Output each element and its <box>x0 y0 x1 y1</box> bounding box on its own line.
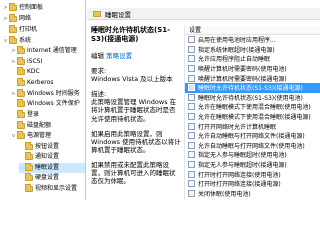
tree-item-iscsi[interactable]: > iSCSI <box>11 57 42 67</box>
policy-icon <box>188 161 195 169</box>
folder-icon <box>17 121 25 129</box>
tree-item-notification-settings[interactable]: 通知设置 <box>19 152 59 162</box>
list-item[interactable]: 允许自动睡眠与打开网络文件(接通电源) <box>185 131 320 141</box>
list-item[interactable]: 允许自动睡眠与打开网络文件(使用电池) <box>185 141 320 151</box>
tree-item-control-panel[interactable]: > 控制面板 <box>3 3 43 13</box>
list-item[interactable]: 指定无人参与睡眠超时(接通电源) <box>185 160 320 170</box>
list-item[interactable]: 指定无人参与睡眠超时(使用电池) <box>185 150 320 160</box>
policy-title: 睡眠时允许待机状态(S1-S3)(接通电源) <box>91 26 171 43</box>
policy-icon <box>188 122 195 130</box>
policy-icon <box>188 151 195 159</box>
folder-icon <box>25 163 33 171</box>
description-disable: 如果禁用或未配置此策略设置，则计算机可进入的睡眠状态仅为休眠。 <box>91 160 176 185</box>
list-item[interactable]: 打开时打开网络连接(使用电池) <box>185 169 320 179</box>
tree-item-sleep-settings[interactable]: 睡眠设置 <box>19 163 85 173</box>
list-item[interactable]: 允许在睡眠模式下使用混合睡眠(使用电池) <box>185 102 320 112</box>
policy-icon <box>188 55 195 63</box>
folder-icon <box>17 89 25 97</box>
folder-icon <box>9 25 17 33</box>
policy-icon <box>188 132 195 140</box>
folder-icon <box>25 184 33 192</box>
list-item[interactable]: 打开开网络时允许计算机睡眠 <box>185 121 320 131</box>
collapse-arrow-icon[interactable]: v <box>3 36 8 46</box>
folder-icon <box>25 173 33 181</box>
expand-arrow-icon[interactable]: > <box>3 3 8 13</box>
tree-item-kerberos[interactable]: Kerberos <box>11 78 53 88</box>
expand-arrow-icon[interactable]: > <box>11 89 16 99</box>
list-item[interactable]: 打开时打开网络连接(接通电源) <box>185 179 320 189</box>
policy-icon <box>188 93 195 101</box>
policy-icon <box>188 113 195 121</box>
folder-icon <box>25 142 33 150</box>
tree-item-system[interactable]: v 系统 <box>3 36 31 46</box>
description-label: 描述: <box>91 90 107 99</box>
folder-icon <box>17 57 25 65</box>
section-title: 睡眠设置 <box>105 10 131 19</box>
policy-icon <box>188 74 195 82</box>
list-item[interactable]: 唤醒计算机时需要密码(接通电源) <box>185 73 320 83</box>
expand-arrow-icon[interactable]: > <box>3 14 8 24</box>
policy-icon <box>188 189 195 197</box>
folder-icon <box>9 3 17 11</box>
description-text: 此策略设置管理 Windows 在将计算机置于睡眠状态时是否允许使用待机状态。 <box>91 98 177 123</box>
list-item[interactable]: 唤醒计算机时需要密码(使用电池) <box>185 64 320 74</box>
policy-settings-link[interactable]: 策略设置 <box>106 52 132 60</box>
tree-item-network[interactable]: > 网络 <box>3 14 31 24</box>
list-item[interactable]: 允许应用程序阻止自动睡眠 <box>185 54 320 64</box>
tree-item-power-management[interactable]: v 电源管理 <box>11 131 51 141</box>
navigation-tree: > 控制面板 > 网络 打印机 v 系统 > Internet 通信管理 > iSCSI … <box>0 0 86 200</box>
tree-item-button-settings[interactable]: 按钮设置 <box>19 142 59 152</box>
description-enable: 如果启用此策略设置，则 Windows 使用待机状态以将计算机置于睡眠状态。 <box>91 129 181 154</box>
tree-item-disk-quota[interactable]: 磁盘配额 <box>11 121 51 131</box>
description-panel: 睡眠时允许待机状态(S1-S3)(接通电源) 编辑 策略设置 要求: Windo… <box>91 26 181 200</box>
folder-icon <box>17 99 25 107</box>
tree-item-hard-disk-settings[interactable]: 硬盘设置 <box>19 173 59 183</box>
policy-icon <box>188 45 195 53</box>
policy-icon <box>188 170 195 178</box>
settings-list: 设置 启用在使用电池时应用程序... 指定系统休眠超时(接通电源) 允许应用程序… <box>184 26 320 200</box>
folder-icon <box>17 78 25 86</box>
tree-item-kdc[interactable]: KDC <box>11 67 40 77</box>
section-header: 睡眠设置 <box>87 8 320 20</box>
list-item[interactable]: 睡眠时允许待机状态(S1-S3)(使用电池) <box>185 93 320 103</box>
list-item[interactable]: 启用在使用电池时应用程序... <box>185 35 320 45</box>
expand-arrow-icon[interactable]: > <box>11 46 16 56</box>
tree-item-windows-time[interactable]: > Windows 时间服务 <box>11 89 80 99</box>
folder-icon <box>9 36 17 44</box>
folder-icon <box>25 152 33 160</box>
requirements-value: Windows Vista 及以上版本 <box>91 75 173 83</box>
policy-icon <box>188 180 195 188</box>
tree-item-printers[interactable]: 打印机 <box>3 25 37 35</box>
edit-line: 编辑 策略设置 <box>91 50 181 60</box>
collapse-arrow-icon[interactable]: v <box>11 131 16 141</box>
policy-icon <box>188 141 195 149</box>
tree-item-windows-file-protection[interactable]: Windows 文件保护 <box>11 99 80 109</box>
folder-icon <box>17 110 25 118</box>
folder-icon <box>9 14 17 22</box>
list-item[interactable]: 关闭休眠(使用电池) <box>185 189 320 199</box>
folder-icon <box>17 46 25 54</box>
policy-icon <box>188 65 195 73</box>
list-item[interactable]: 允许在睡眠模式下使用混合睡眠(接通电源) <box>185 112 320 122</box>
list-item-selected[interactable]: 睡眠时允许待机状态(S1-S3)(接通电源) <box>185 82 320 93</box>
folder-icon <box>17 67 25 75</box>
tree-item-video-display-settings[interactable]: 视频和显示设置 <box>19 184 77 194</box>
tree-item-internet-comm[interactable]: > Internet 通信管理 <box>11 46 77 56</box>
policy-icon <box>188 103 195 111</box>
requirements-label: 要求: <box>91 67 107 75</box>
list-column-header[interactable]: 设置 <box>185 26 320 35</box>
tree-item-logon[interactable]: 登录 <box>11 110 39 120</box>
folder-icon <box>17 131 25 139</box>
settings-pane: 睡眠设置 睡眠时允许待机状态(S1-S3)(接通电源) 编辑 策略设置 要求: … <box>87 0 320 200</box>
edit-label: 编辑 <box>91 52 104 60</box>
expand-arrow-icon[interactable]: > <box>11 57 16 67</box>
list-item[interactable]: 指定系统休眠超时(接通电源) <box>185 45 320 55</box>
folder-icon <box>93 10 101 17</box>
policy-icon <box>188 84 195 92</box>
policy-icon <box>188 36 195 44</box>
